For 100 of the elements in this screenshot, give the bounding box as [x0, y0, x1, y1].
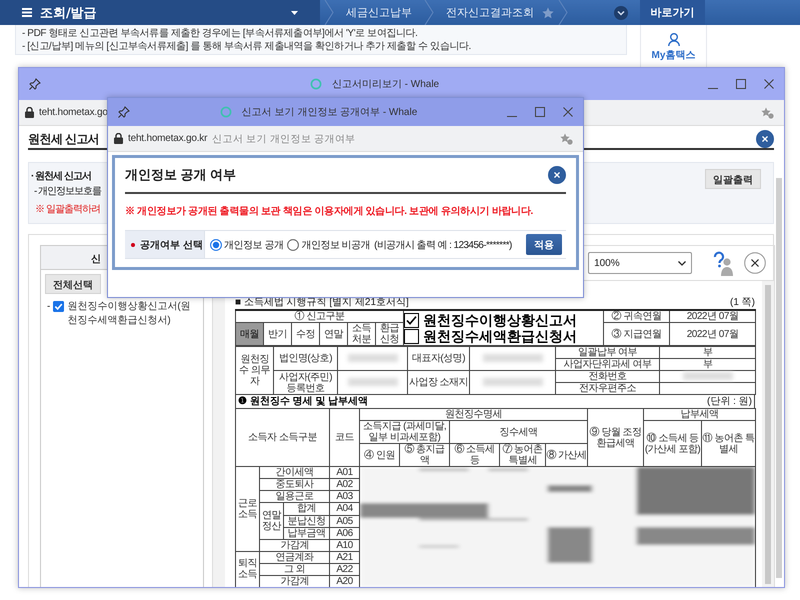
form-title: 원천징수세액환급신청서 — [423, 330, 578, 342]
field-label: ③ 지급연월 — [604, 322, 670, 346]
section-title: ❶ 원천징수 명세 및 납부세액 — [238, 395, 368, 408]
blurred-value — [348, 378, 398, 386]
menu-button[interactable]: 조회/발급 — [0, 0, 320, 25]
window-title: 신고서미리보기 - Whale — [332, 78, 440, 91]
row-label: 그 외 — [260, 564, 330, 576]
field-label: ① 신고구분 — [236, 310, 404, 322]
notice-text: - [신고/납부] 메뉴의 [신고부속서류제출] 를 통해 부속서류 제출내역을 확인하거나 추가 제출할 수 있습니다. — [22, 40, 472, 53]
pin-icon[interactable] — [118, 106, 130, 118]
code-cell: A22 — [330, 564, 360, 576]
report-type-cell[interactable]: 환급신청 — [376, 322, 404, 346]
radio-button[interactable] — [210, 238, 222, 250]
breadcrumb-link[interactable]: 세금신고납부 — [338, 5, 420, 20]
lock-icon — [114, 133, 123, 144]
row-label: 중도퇴사 — [260, 478, 330, 490]
row-group-label: 퇴직소득 — [236, 551, 260, 587]
scrollbar[interactable] — [765, 285, 772, 584]
zoom-select[interactable]: 100% — [588, 252, 692, 274]
report-type-cell[interactable]: 반기 — [264, 322, 292, 346]
radio-option[interactable]: 개인정보 공개 — [210, 238, 284, 252]
breadcrumb-link[interactable]: 전자신고결과조회 — [438, 5, 542, 20]
chevron-icon — [558, 0, 568, 25]
my-hometax-link[interactable]: My홈택스 — [652, 25, 696, 67]
info-text: - 개인정보보호를 — [33, 185, 102, 199]
scrollbar[interactable] — [776, 178, 782, 578]
field-value: 부 — [660, 346, 756, 358]
row-group-label: 연말정산 — [260, 502, 284, 539]
report-type-cell[interactable]: 매월 — [236, 322, 264, 346]
radio-option[interactable]: 개인정보 비공개 — [287, 238, 370, 252]
checkbox[interactable] — [53, 301, 64, 312]
code-cell: A02 — [330, 478, 360, 490]
row-label: 가감계 — [260, 539, 330, 551]
report-type-cell[interactable]: 소득처분 — [348, 322, 376, 346]
print-all-button[interactable]: 일괄출력 — [705, 169, 761, 189]
field-value: 2022년 07월 — [670, 310, 756, 322]
dropdown-icon[interactable] — [614, 6, 628, 20]
code-cell: A03 — [330, 490, 360, 502]
url-text: teht.hometax.go.kr — [128, 133, 208, 144]
close-icon[interactable] — [744, 252, 766, 274]
report-type-cell[interactable]: 연말 — [320, 322, 348, 346]
notice-text: - PDF 형태로 신고관련 부속서류를 제출한 경우에는 [부속서류제출여부]에서 'Y'로 보여집니다. — [22, 27, 419, 40]
blurred-value — [682, 372, 732, 380]
form-title: 원천징수이행상황신고서 — [423, 314, 578, 326]
column-header: 원천징수명세 — [360, 408, 588, 420]
close-icon[interactable] — [764, 79, 774, 89]
row-label: 납부금액 — [284, 527, 330, 539]
menu-icon — [22, 8, 32, 17]
field-value: 부 — [660, 358, 756, 370]
row-label: 연금계좌 — [260, 551, 330, 564]
field-label: 사업자단위과세 여부 — [556, 358, 660, 370]
maximize-icon[interactable] — [736, 79, 746, 89]
code-cell: A06 — [330, 527, 360, 539]
row-label: 합계 — [284, 502, 330, 515]
field-label: ② 귀속연월 — [604, 310, 670, 322]
info-text: · 원천세 신고서 — [31, 170, 92, 184]
warning-text: ※ 개인정보가 공개된 출력물의 보관 책임은 이용자에게 있습니다. 보관에 유의하시기 바랍니다. — [125, 205, 534, 218]
bullet-dash: - — [47, 300, 50, 314]
bookmark-icon[interactable] — [560, 132, 573, 144]
row-label: 간이세액 — [260, 466, 330, 478]
radio-button[interactable] — [287, 238, 300, 250]
bookmark-icon[interactable] — [761, 106, 774, 118]
field-label: 법인명(상호) — [274, 346, 338, 370]
dialog-title: 개인정보 공개 여부 — [125, 166, 236, 184]
close-icon[interactable] — [548, 166, 566, 184]
apply-button[interactable]: 적용 — [526, 234, 562, 255]
info-text: ※ 일괄출력하려 — [34, 203, 101, 217]
close-icon[interactable] — [756, 130, 774, 148]
select-all-button[interactable]: 전체선택 — [45, 274, 101, 294]
chevron-icon — [324, 0, 334, 25]
star-icon[interactable] — [542, 6, 554, 18]
chevron-down-icon — [678, 260, 686, 266]
page-heading: 원천세 신고서 — [28, 130, 100, 148]
field-label: 전자우편주소 — [556, 382, 660, 394]
field-label: 원천징수 의무자 — [236, 346, 274, 394]
page-number: (1 쪽) — [730, 297, 755, 309]
column-header: 소득지급 (과세미달, 일부 비과세포함) — [360, 420, 450, 444]
maximize-icon[interactable] — [535, 107, 545, 117]
pin-icon[interactable] — [29, 78, 41, 90]
shortcut-button[interactable]: 바로가기 — [640, 0, 705, 25]
blurred-value — [482, 354, 542, 362]
unit-label: (단위 : 원) — [707, 395, 752, 408]
column-header: 소득자 소득구분 — [236, 408, 330, 466]
field-label: 대표자(성명) — [408, 346, 470, 370]
person-icon — [668, 33, 680, 46]
required-icon — [131, 242, 135, 246]
caret-icon — [291, 10, 298, 14]
hint-text: (비공개시 출력 예 : 123456-*******) — [374, 238, 512, 252]
code-cell: A21 — [330, 551, 360, 564]
field-label: 사업자(주민) 등록번호 — [274, 370, 338, 394]
code-cell: A10 — [330, 539, 360, 551]
chevron-icon — [424, 0, 434, 25]
code-cell: A04 — [330, 502, 360, 515]
blurred-value — [482, 378, 542, 386]
report-type-cell[interactable]: 수정 — [292, 322, 320, 346]
tree-item-label[interactable]: 원천징수이행상황신고서(원천징수세액환급신청서) — [67, 300, 197, 328]
lock-icon — [25, 107, 34, 118]
window-title: 신고서 보기 개인정보 공개여부 - Whale — [242, 106, 418, 119]
code-cell: A05 — [330, 515, 360, 527]
url-text: teht.hometax.go — [39, 107, 108, 118]
